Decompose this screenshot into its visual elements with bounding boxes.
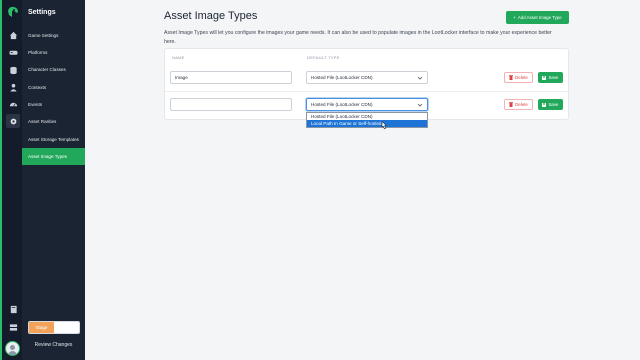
add-asset-image-type-button[interactable]: + Add Asset Image Type — [506, 11, 569, 24]
sidebar-item-asset-storage-templates[interactable]: Asset Storage Templates — [22, 131, 85, 148]
sidebar-title: Settings — [28, 9, 56, 16]
gauge-icon[interactable] — [6, 97, 20, 111]
row-divider — [165, 91, 568, 92]
database-icon[interactable] — [6, 63, 20, 77]
add-button-label: Add Asset Image Type — [517, 15, 562, 20]
default-type-dropdown-list: Hosted File (LootLocker CDN) Local Path … — [306, 112, 428, 128]
save-label: Save — [548, 102, 559, 107]
dropdown-option-hosted-file[interactable]: Hosted File (LootLocker CDN) — [307, 113, 427, 120]
stage-label: Stage — [29, 322, 54, 333]
save-label: Save — [548, 75, 559, 80]
default-type-select[interactable]: Hosted File (LootLocker CDN) — [306, 98, 428, 111]
sidebar-item-contexts[interactable]: Contexts — [22, 79, 85, 96]
dropdown-option-local-path[interactable]: Local Path In Game or Self-hosted — [307, 120, 427, 127]
column-header-default-type: DEFAULT TYPE — [307, 55, 340, 60]
home-icon[interactable] — [6, 28, 20, 42]
chevron-down-icon — [417, 76, 423, 80]
column-header-name: NAME — [172, 55, 185, 60]
default-type-value: Hosted File (LootLocker CDN) — [311, 75, 373, 80]
lootlocker-logo-icon[interactable] — [6, 5, 20, 19]
trash-icon — [509, 102, 514, 107]
plus-icon: + — [513, 15, 516, 20]
settings-icon[interactable] — [6, 114, 20, 128]
settings-sidebar: Settings Game Settings Platforms Charact… — [22, 0, 85, 360]
page-title: Asset Image Types — [164, 10, 258, 22]
avatar-body — [8, 351, 17, 355]
save-button[interactable]: Save — [538, 99, 563, 110]
delete-label: Delete — [515, 102, 528, 107]
gamepad-icon[interactable] — [6, 45, 20, 59]
sidebar-item-events[interactable]: Events — [22, 96, 85, 113]
default-type-select[interactable]: Hosted File (LootLocker CDN) — [306, 71, 428, 84]
sidebar-item-asset-rarities[interactable]: Asset Rarities — [22, 113, 85, 130]
save-button[interactable]: Save — [538, 72, 563, 83]
book-icon[interactable] — [6, 302, 20, 316]
delete-button[interactable]: Delete — [504, 72, 533, 83]
name-input[interactable]: Image — [170, 71, 292, 84]
page-description: Asset Image Types will let you configure… — [164, 30, 552, 45]
name-input[interactable] — [170, 98, 292, 111]
avatar-head — [10, 345, 15, 350]
default-type-value: Hosted File (LootLocker CDN) — [311, 102, 373, 107]
save-icon — [542, 75, 547, 80]
icon-rail — [0, 0, 22, 360]
player-icon[interactable] — [6, 80, 20, 94]
trash-icon — [509, 75, 514, 80]
save-icon — [542, 102, 547, 107]
chevron-down-icon — [417, 103, 423, 107]
sidebar-item-platforms[interactable]: Platforms — [22, 44, 85, 61]
avatar[interactable] — [5, 341, 20, 356]
stage-toggle[interactable]: Stage — [28, 321, 80, 334]
sidebar-item-character-classes[interactable]: Character Classes — [22, 61, 85, 78]
mouse-cursor-icon — [381, 121, 387, 130]
sidebar-item-game-settings[interactable]: Game Settings — [22, 27, 85, 44]
server-icon[interactable] — [6, 320, 20, 334]
live-option[interactable] — [54, 322, 79, 333]
delete-button[interactable]: Delete — [504, 99, 533, 110]
delete-label: Delete — [515, 75, 528, 80]
sidebar-item-asset-image-types[interactable]: Asset Image Types — [22, 148, 85, 165]
review-changes-link[interactable]: Review Changes — [22, 342, 85, 348]
